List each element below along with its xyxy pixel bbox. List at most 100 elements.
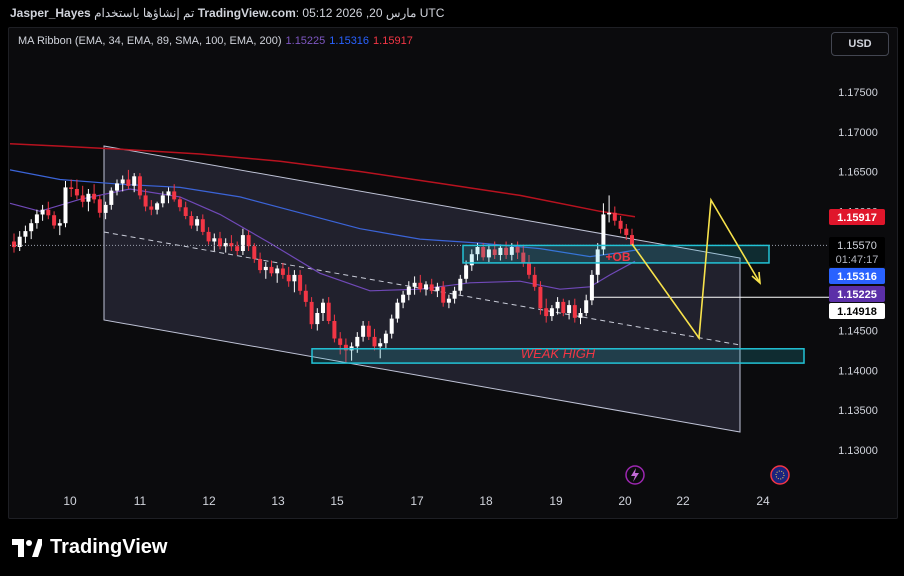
y-tick-label: 1.13500 xyxy=(838,405,878,417)
tradingview-logo[interactable]: TradingView xyxy=(12,536,167,559)
candle-body xyxy=(12,241,16,248)
candle-body xyxy=(137,176,142,196)
candle-body xyxy=(269,266,274,274)
x-tick-label: 15 xyxy=(330,494,344,508)
last-price-tag: 1.15570 xyxy=(837,240,877,252)
tradingview-logo-icon xyxy=(12,538,42,557)
ma-blue-value: 1.15316 xyxy=(329,35,370,47)
weak-high-label: WEAK HIGH xyxy=(521,346,596,361)
candle-body xyxy=(235,246,240,251)
globe-icon[interactable] xyxy=(770,465,790,485)
candle-body xyxy=(532,274,537,287)
candle-body xyxy=(34,214,39,224)
candle-body xyxy=(527,262,531,275)
candle-body xyxy=(120,179,125,184)
candle-body xyxy=(189,216,194,226)
candle-body xyxy=(464,265,469,279)
candle-body xyxy=(618,220,623,229)
ma-red-price-tag: 1.15917 xyxy=(837,212,877,224)
y-tick-label: 1.17000 xyxy=(838,127,878,139)
candle-body xyxy=(166,191,171,196)
candle-body xyxy=(544,308,549,317)
x-tick-label: 17 xyxy=(410,494,424,508)
candle-body xyxy=(446,298,451,303)
candle-body xyxy=(132,176,137,186)
candle-body xyxy=(389,318,394,334)
ma-blue-price-tag: 1.15316 xyxy=(837,271,877,283)
candle-body xyxy=(292,274,297,282)
x-tick-label: 18 xyxy=(479,494,493,508)
candle-body xyxy=(258,259,263,271)
candle-body xyxy=(338,338,343,345)
candle-body xyxy=(126,179,131,186)
candle-body xyxy=(332,321,337,339)
candle-body xyxy=(206,231,211,242)
candle-body xyxy=(149,206,154,210)
candle-body xyxy=(584,300,589,313)
candle-body xyxy=(46,209,51,216)
candle-body xyxy=(246,235,251,247)
candle-body xyxy=(383,333,388,344)
candle-body xyxy=(40,209,45,215)
candle-body xyxy=(406,286,411,295)
candle-body xyxy=(412,282,417,287)
ma-purple-value: 1.15225 xyxy=(285,35,326,47)
candle-body xyxy=(315,313,320,325)
candle-body xyxy=(424,284,428,290)
candle-body xyxy=(538,286,543,309)
candle-body xyxy=(212,238,217,242)
candle-body xyxy=(630,235,634,246)
candle-body xyxy=(612,212,617,221)
candle-body xyxy=(275,268,280,274)
candle-body xyxy=(561,301,566,313)
x-tick-label: 24 xyxy=(756,494,770,508)
candle-body xyxy=(240,235,245,251)
ma-red-value: 1.15917 xyxy=(373,35,413,47)
ma-purple-price-tag: 1.15225 xyxy=(837,289,877,301)
candle-body xyxy=(252,246,257,259)
candle-body xyxy=(286,274,291,282)
candle-body xyxy=(177,199,182,208)
candle-body xyxy=(86,193,91,202)
candle-body xyxy=(115,183,119,191)
candle-body xyxy=(69,187,74,189)
indicator-legend[interactable]: MA Ribbon (EMA, 34, EMA, 89, SMA, 100, E… xyxy=(18,35,413,47)
candle-body xyxy=(92,193,97,200)
candle-body xyxy=(298,274,303,291)
candle-body xyxy=(326,302,331,321)
candle-body xyxy=(378,343,383,347)
candle-body xyxy=(372,336,377,347)
candle-body xyxy=(103,204,108,213)
x-tick-label: 13 xyxy=(271,494,285,508)
candle-body xyxy=(452,290,457,299)
price-chart[interactable]: 10 11 12 13 15 17 18 19 20 22 24 1.17500 1.17000 1.16… xyxy=(0,0,904,576)
candle-body xyxy=(160,195,165,204)
currency-button[interactable]: USD xyxy=(831,32,889,56)
y-tick-label: 1.14500 xyxy=(838,326,878,338)
candle-body xyxy=(572,305,577,318)
candle-body xyxy=(97,199,102,213)
candle-body xyxy=(355,336,360,347)
candle-body xyxy=(74,189,79,196)
countdown-tag: 01:47:17 xyxy=(836,254,879,266)
candle-body xyxy=(589,274,594,301)
candle-body xyxy=(172,191,177,200)
order-block-label: +OB xyxy=(605,250,630,264)
candle-body xyxy=(624,228,629,236)
candle-body xyxy=(223,243,228,247)
candle-body xyxy=(361,325,366,337)
candle-body xyxy=(29,223,34,232)
candle-body xyxy=(52,215,57,226)
candle-body xyxy=(183,207,188,216)
y-tick-label: 1.14000 xyxy=(838,365,878,377)
candle-body xyxy=(418,282,423,290)
indicator-label: MA Ribbon (EMA, 34, EMA, 89, SMA, 100, E… xyxy=(18,35,282,47)
candle-body xyxy=(80,195,85,202)
lightning-icon-bolt xyxy=(631,468,639,482)
candle-body xyxy=(155,203,160,210)
x-tick-label: 19 xyxy=(549,494,563,508)
y-tick-label: 1.16500 xyxy=(838,167,878,179)
lightning-icon[interactable] xyxy=(625,465,645,485)
candle-body xyxy=(607,212,612,215)
candle-body xyxy=(601,214,606,250)
